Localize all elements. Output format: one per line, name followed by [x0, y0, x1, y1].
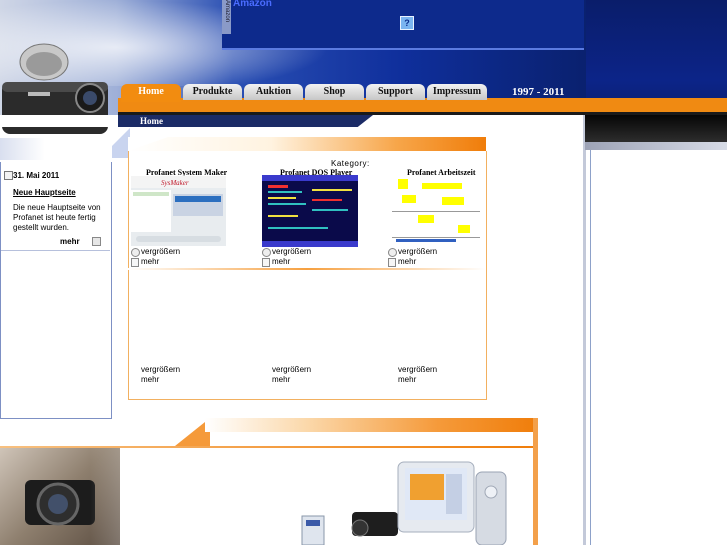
news-title-link[interactable]: Neue Hauptseite: [13, 188, 76, 197]
content-header: [128, 137, 486, 151]
more-link[interactable]: mehr: [398, 257, 416, 266]
camera-lens-image: [25, 480, 95, 526]
zoom-icon[interactable]: [262, 248, 271, 257]
right-divider: [583, 115, 586, 545]
nav-bar: [118, 98, 727, 112]
more-link[interactable]: mehr: [272, 375, 290, 384]
right-column-header: [585, 115, 727, 142]
amazon-side-tab: Amazon: [222, 0, 231, 34]
tab-shop[interactable]: Shop: [305, 84, 364, 100]
more-link[interactable]: mehr: [141, 257, 159, 266]
category-label: Kategory:: [331, 159, 370, 168]
bottom-header: [205, 418, 538, 432]
news-date: 31. Mai 2011: [13, 171, 60, 180]
zoom-link[interactable]: vergrößern: [141, 247, 180, 256]
right-column-subheader: [585, 142, 727, 150]
left-panel-header: [0, 138, 112, 160]
more-link[interactable]: mehr: [272, 257, 290, 266]
right-column: [590, 150, 727, 545]
tab-home[interactable]: Home: [121, 84, 181, 102]
zoom-link[interactable]: vergrößern: [398, 365, 437, 374]
zoom-icon[interactable]: [388, 248, 397, 257]
tab-produkte[interactable]: Produkte: [183, 84, 242, 100]
news-separator: [1, 250, 110, 251]
computer-equipment-image: [301, 461, 507, 545]
more-link[interactable]: mehr: [141, 375, 159, 384]
news-more-link[interactable]: mehr: [60, 237, 80, 246]
zoom-link[interactable]: vergrößern: [398, 247, 437, 256]
document-icon[interactable]: [262, 258, 270, 267]
zoom-link[interactable]: vergrößern: [141, 365, 180, 374]
tab-support[interactable]: Support: [366, 84, 425, 100]
document-icon[interactable]: [131, 258, 139, 267]
photo-fade: [90, 448, 220, 545]
more-link[interactable]: mehr: [398, 375, 416, 384]
help-icon[interactable]: ?: [400, 16, 414, 30]
document-icon[interactable]: [388, 258, 396, 267]
zoom-link[interactable]: vergrößern: [272, 247, 311, 256]
amazon-label: Amazon: [233, 0, 272, 9]
years-label: 1997 - 2011: [512, 86, 565, 98]
svg-text:SysMaker: SysMaker: [161, 179, 189, 187]
breadcrumb: Home: [140, 116, 163, 126]
zoom-icon[interactable]: [131, 248, 140, 257]
bottom-right-border: [533, 418, 538, 545]
more-arrow-icon[interactable]: [92, 237, 101, 246]
tab-auktion[interactable]: Auktion: [244, 84, 303, 100]
calendar-icon: [4, 171, 13, 180]
product-thumbnail[interactable]: [262, 175, 358, 247]
tab-impressum[interactable]: Impressum: [427, 84, 487, 100]
product-thumbnail[interactable]: [388, 175, 484, 247]
zoom-link[interactable]: vergrößern: [272, 365, 311, 374]
product-thumbnail[interactable]: SysMaker: [131, 176, 226, 246]
news-body: Die neue Hauptseite von Profanet ist heu…: [13, 203, 101, 232]
news-panel: [0, 162, 112, 419]
content-separator: [128, 268, 486, 270]
